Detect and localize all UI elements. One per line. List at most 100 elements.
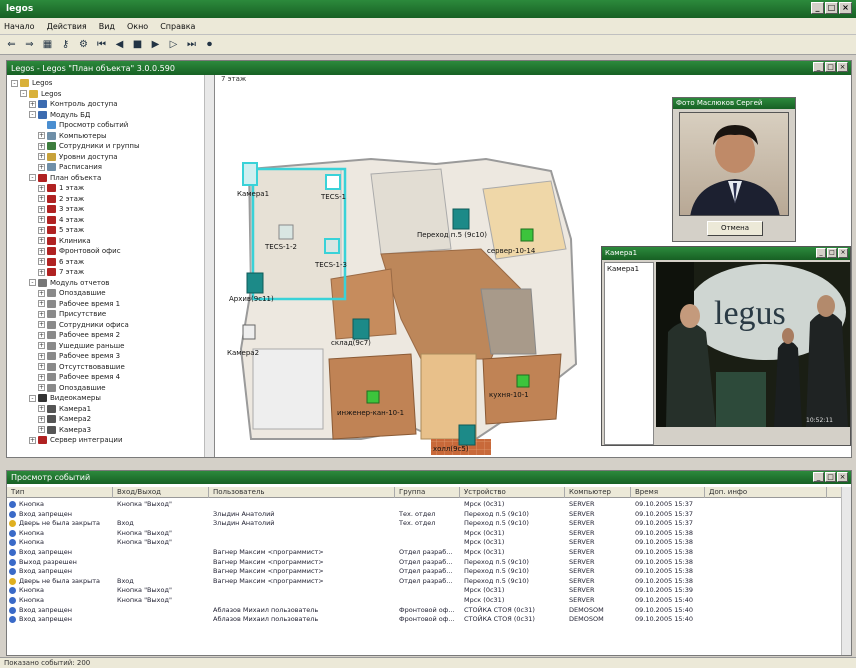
camera2-device[interactable] (242, 324, 256, 340)
menu-window[interactable]: Окно (127, 22, 148, 31)
column-header[interactable]: Время (633, 487, 705, 498)
reader-door3[interactable] (352, 318, 370, 340)
table-row[interactable]: Кнопка Кнопка "Выход" Мрск (0c31) SERVER 09.… (7, 596, 841, 605)
menu-view[interactable]: Вид (99, 22, 115, 31)
expand-icon[interactable]: + (38, 352, 45, 360)
tree-item[interactable]: + Сотрудники и группы (38, 141, 140, 151)
tree-item[interactable]: + Камера1 (38, 404, 91, 414)
column-header[interactable]: Доп. инфо (707, 487, 827, 498)
minimize-button[interactable]: _ (811, 2, 824, 14)
tecs12-device[interactable] (278, 224, 294, 240)
column-header[interactable]: Устройство (462, 487, 565, 498)
sensor-kitchen[interactable] (516, 374, 530, 388)
tree-item[interactable]: + Опоздавшие (38, 288, 106, 298)
mdi-minimize-button[interactable]: _ (813, 62, 824, 72)
table-row[interactable]: Вход запрещен Вагнер Максим <программист>… (7, 548, 841, 557)
tree-item[interactable]: - Модуль БД (29, 110, 90, 120)
tree-item[interactable]: + Сервер интеграции (29, 435, 123, 445)
tree-item[interactable]: Просмотр событий (38, 120, 128, 130)
expand-icon[interactable]: + (38, 268, 45, 276)
table-row[interactable]: Вход запрещен Аблазов Михаил пользователь… (7, 615, 841, 624)
camera-maximize-button[interactable]: □ (827, 248, 837, 258)
collapse-icon[interactable]: - (29, 394, 36, 402)
table-row[interactable]: Кнопка Кнопка "Выход" Мрск (0c31) SERVER 09.… (7, 529, 841, 538)
table-row[interactable]: Кнопка Кнопка "Выход" Мрск (0c31) SERVER 09.… (7, 586, 841, 595)
tree-item[interactable]: +3 этаж (38, 204, 84, 214)
expand-icon[interactable]: + (29, 436, 36, 444)
expand-icon[interactable]: + (29, 100, 36, 108)
tree-item[interactable]: +2 этаж (38, 194, 84, 204)
close-button[interactable]: × (839, 2, 852, 14)
tree-item[interactable]: + Контроль доступа (29, 99, 118, 109)
expand-icon[interactable]: + (38, 226, 45, 234)
expand-icon[interactable]: + (38, 153, 45, 160)
mdi-maximize-button[interactable]: □ (825, 62, 836, 72)
tree-item[interactable]: + Рабочее время 3 (38, 351, 120, 361)
expand-icon[interactable]: + (38, 405, 45, 412)
tree-item[interactable]: + Ушедшие раньше (38, 341, 124, 351)
tree-item[interactable]: +6 этаж (38, 257, 84, 267)
next-icon[interactable]: ▷ (166, 37, 181, 52)
tree-item[interactable]: + Расписания (38, 162, 102, 172)
expand-icon[interactable]: + (38, 195, 45, 202)
tree-item[interactable]: + Рабочее время 1 (38, 299, 120, 309)
tree-item[interactable]: + Рабочее время 4 (38, 372, 120, 382)
gear-icon[interactable]: ⚙ (76, 37, 91, 52)
table-row[interactable]: Вход запрещен Злыдин Анатолий Тех. отдел Пе… (7, 510, 841, 519)
expand-icon[interactable]: + (38, 132, 45, 139)
column-header[interactable]: Группа (397, 487, 460, 498)
grid-icon[interactable]: ▦ (40, 37, 55, 52)
collapse-icon[interactable]: - (11, 79, 18, 87)
tree-item[interactable]: +7 этаж (38, 267, 84, 277)
sensor-engineering[interactable] (366, 390, 380, 404)
play-icon[interactable]: ▶ (148, 37, 163, 52)
expand-icon[interactable]: + (38, 258, 45, 265)
tree-item[interactable]: - План объекта (29, 173, 101, 183)
tree-item[interactable]: - Модуль отчетов (29, 278, 109, 288)
stop-icon[interactable]: ■ (130, 37, 145, 52)
table-row[interactable]: Кнопка Кнопка "Выход" Мрск (0c31) SERVER 09.… (7, 500, 841, 509)
table-row[interactable]: Вход запрещен Вагнер Максим <программист>… (7, 567, 841, 576)
tecs13-device[interactable] (324, 238, 340, 254)
expand-icon[interactable]: + (38, 415, 45, 423)
collapse-icon[interactable]: - (20, 90, 27, 97)
skip-forward-icon[interactable]: ⏭ (184, 37, 199, 52)
camera1-device[interactable] (242, 162, 258, 186)
tree-item[interactable]: + Камера3 (38, 425, 91, 435)
reader-door1[interactable] (246, 272, 264, 294)
back-icon[interactable]: ⇐ (4, 37, 19, 52)
expand-icon[interactable]: + (38, 363, 45, 370)
expand-icon[interactable]: + (38, 142, 45, 150)
forward-icon[interactable]: ⇒ (22, 37, 37, 52)
expand-icon[interactable]: + (38, 205, 45, 213)
mdi-close-button[interactable]: × (837, 62, 848, 72)
reader-door2[interactable] (452, 208, 470, 230)
tree-item[interactable]: - Legos (11, 78, 52, 88)
table-row[interactable]: Вход запрещен Аблазов Михаил пользователь… (7, 606, 841, 615)
tree-item[interactable]: +1 этаж (38, 183, 84, 193)
tree-item[interactable]: + Отсутствовавшие (38, 362, 125, 372)
expand-icon[interactable]: + (38, 373, 45, 381)
tree-item[interactable]: + Уровни доступа (38, 152, 118, 162)
table-row[interactable]: Кнопка Кнопка "Выход" Мрск (0c31) SERVER 09.… (7, 538, 841, 547)
tree-item[interactable]: - Legos (20, 89, 61, 99)
tree-item[interactable]: - Видеокамеры (29, 393, 101, 403)
column-header[interactable]: Тип (9, 487, 113, 498)
expand-icon[interactable]: + (38, 321, 45, 328)
prev-icon[interactable]: ◀ (112, 37, 127, 52)
events-minimize-button[interactable]: _ (813, 472, 824, 482)
collapse-icon[interactable]: - (29, 174, 36, 181)
tree-item[interactable]: + Присутствие (38, 309, 106, 319)
events-close-button[interactable]: × (837, 472, 848, 482)
collapse-icon[interactable]: - (29, 111, 36, 118)
collapse-icon[interactable]: - (29, 279, 36, 286)
menu-actions[interactable]: Действия (47, 22, 87, 31)
tree-item[interactable]: + Камера2 (38, 414, 91, 424)
column-header[interactable]: Пользователь (211, 487, 395, 498)
camera-list-item[interactable]: Камера1 (607, 265, 651, 273)
expand-icon[interactable]: + (38, 216, 45, 223)
tree-item[interactable]: +4 этаж (38, 215, 84, 225)
expand-icon[interactable]: + (38, 426, 45, 433)
tree-item[interactable]: + Сотрудники офиса (38, 320, 129, 330)
reader-door4[interactable] (458, 424, 476, 446)
